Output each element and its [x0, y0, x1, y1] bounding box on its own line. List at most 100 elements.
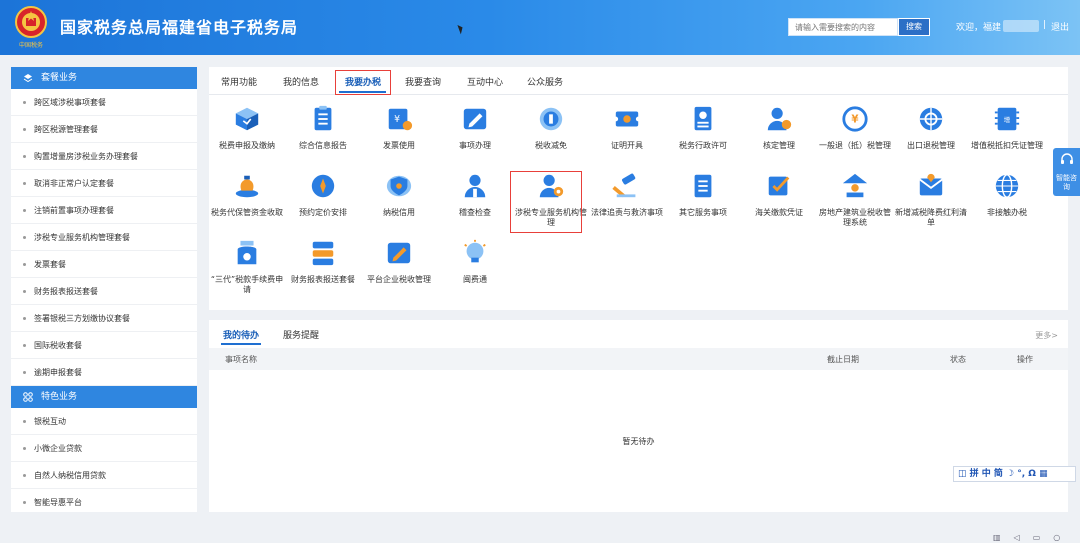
function-label: 财务报表报送套餐	[291, 275, 355, 284]
bullet-icon	[23, 236, 26, 239]
function-item[interactable]: ¥ 一般退（抵）税管理	[817, 105, 893, 151]
function-item[interactable]: 新增减税降费红利清单	[893, 172, 969, 228]
logout-link[interactable]: 退出	[1051, 20, 1069, 33]
trash-icon[interactable]: ▥	[993, 533, 1001, 542]
sidebar-item-label: 财务报表报送套餐	[34, 287, 98, 296]
bullet-icon	[23, 371, 26, 374]
sidebar: 套餐业务 跨区域涉税事项套餐 跨区税源管理套餐 购置增量房涉税业务办理套餐 取消…	[11, 67, 197, 512]
function-item[interactable]: 证明开具	[589, 105, 665, 151]
function-item[interactable]: 税务行政许可	[665, 105, 741, 151]
function-label: 事项办理	[459, 141, 491, 150]
sidebar-section-header[interactable]: 套餐业务	[11, 67, 197, 89]
function-item[interactable]: 税费申报及缴纳	[209, 105, 285, 151]
ime-toolbar[interactable]: ◫ 拼 中 简 ☽ °, Ω ▦	[953, 466, 1076, 482]
function-item[interactable]: 非接触办税	[969, 172, 1045, 218]
tab-my-info[interactable]: 我的信息	[283, 75, 319, 88]
sidebar-item[interactable]: 注销前置事项办理套餐	[11, 197, 197, 224]
function-item[interactable]: 财务报表报送套餐	[285, 239, 361, 285]
bullet-icon	[23, 209, 26, 212]
active-tab-indicator	[221, 343, 261, 345]
sidebar-item[interactable]: 购置增量房涉税业务办理套餐	[11, 143, 197, 170]
sidebar-item[interactable]: 财务报表报送套餐	[11, 278, 197, 305]
function-item[interactable]: 税务代保管资金收取	[209, 172, 285, 218]
function-item[interactable]: 增 增值税抵扣凭证管理	[969, 105, 1045, 151]
function-label: “三代”税款手续费申请	[210, 275, 284, 294]
tab-common[interactable]: 常用功能	[221, 75, 257, 88]
bullet-icon	[23, 290, 26, 293]
function-label: 一般退（抵）税管理	[819, 141, 891, 150]
sidebar-item[interactable]: 跨区域涉税事项套餐	[11, 89, 197, 116]
box-icon	[235, 107, 259, 131]
tab-my-todo[interactable]: 我的待办	[223, 328, 259, 341]
function-label: 房地产建筑业税收管理系统	[819, 208, 891, 227]
checkbox-icon	[768, 176, 790, 196]
function-item[interactable]: 预约定价安排	[285, 172, 361, 218]
sidebar-item[interactable]: 签署银税三方划缴协议套餐	[11, 305, 197, 332]
search-input[interactable]	[788, 18, 898, 36]
search-icon[interactable]: ○	[1053, 533, 1060, 542]
function-item[interactable]: 房地产建筑业税收管理系统	[817, 172, 893, 228]
function-item[interactable]: 闽费通	[437, 239, 513, 285]
function-label: 核定管理	[763, 141, 795, 150]
sidebar-item[interactable]: 国际税收套餐	[11, 332, 197, 359]
function-label: 证明开具	[611, 141, 643, 150]
mail-icon	[919, 173, 943, 196]
network-globe-icon	[995, 174, 1019, 198]
function-item[interactable]: 其它服务事项	[665, 172, 741, 218]
column-header: 操作	[1017, 355, 1033, 364]
function-item[interactable]: 税收减免	[513, 105, 589, 151]
tab-query[interactable]: 我要查询	[405, 75, 441, 88]
tab-interaction[interactable]: 互动中心	[467, 75, 503, 88]
ticket-icon: 增	[994, 107, 1020, 131]
sidebar-item[interactable]: 自然人纳税信用贷款	[11, 462, 197, 489]
tab-public-service[interactable]: 公众服务	[527, 75, 563, 88]
sidebar-item[interactable]: 银税互动	[11, 408, 197, 435]
function-panel: 常用功能 我的信息 我要办税 我要查询 互动中心 公众服务 税费申报及缴纳 综合…	[209, 67, 1068, 310]
function-item[interactable]: 出口退税管理	[893, 105, 969, 151]
function-item[interactable]: 稽查检查	[437, 172, 513, 218]
function-item[interactable]: 海关缴款凭证	[741, 172, 817, 218]
sidebar-item[interactable]: 智能导惠平台	[11, 489, 197, 512]
sidebar-item[interactable]: 跨区税源管理套餐	[11, 116, 197, 143]
money-bag-icon	[235, 175, 259, 198]
function-label: 新增减税降费红利清单	[895, 208, 967, 227]
sidebar-item[interactable]: 取消非正常户认定套餐	[11, 170, 197, 197]
main-tabs: 常用功能 我的信息 我要办税 我要查询 互动中心 公众服务	[209, 67, 1068, 95]
sidebar-item[interactable]: 小微企业贷款	[11, 435, 197, 462]
ime-logo-icon: ◫	[958, 469, 970, 479]
function-item[interactable]: 综合信息报告	[285, 105, 361, 151]
function-label: 综合信息报告	[299, 141, 347, 150]
sidebar-item[interactable]: 发票套餐	[11, 251, 197, 278]
function-item[interactable]: 平台企业税收管理	[361, 239, 437, 285]
sidebar-item-label: 银税互动	[34, 417, 66, 426]
function-item[interactable]: “三代”税款手续费申请	[209, 239, 285, 295]
headset-icon	[1061, 153, 1073, 164]
function-item[interactable]: 事项办理	[437, 105, 513, 151]
id-card-icon	[694, 106, 712, 131]
function-item[interactable]: 核定管理	[741, 105, 817, 151]
list-icon	[694, 174, 712, 198]
server-icon	[312, 241, 334, 266]
window-icon[interactable]: ▭	[1033, 533, 1041, 542]
tax-emblem-icon: 中国税务	[15, 6, 47, 49]
pen-icon	[463, 108, 487, 130]
function-item[interactable]: 法律追责与救济事项	[589, 172, 665, 218]
function-item[interactable]: 纳税信用	[361, 172, 437, 218]
smart-consult-button[interactable]: 智能咨询	[1053, 148, 1080, 196]
todo-table-header: 事项名称 截止日期 状态 操作	[209, 348, 1068, 370]
sidebar-item[interactable]: 涉税专业服务机构管理套餐	[11, 224, 197, 251]
tab-service-reminder[interactable]: 服务提醒	[283, 328, 319, 341]
speaker-icon[interactable]: ◁	[1014, 533, 1020, 542]
more-link[interactable]: 更多>	[1035, 330, 1058, 341]
document-icon	[314, 105, 332, 131]
search-button[interactable]: 搜索	[898, 18, 930, 36]
ime-toolbar-label: 拼 中 简 ☽ °, Ω	[969, 469, 1036, 479]
function-item[interactable]: ¥ 发票使用	[361, 105, 437, 151]
sidebar-item-label: 逾期申报套餐	[34, 368, 82, 377]
sidebar-section-header[interactable]: 特色业务	[11, 386, 197, 408]
function-label: 纳税信用	[383, 208, 415, 217]
sidebar-item-label: 注销前置事项办理套餐	[34, 206, 114, 215]
sidebar-item[interactable]: 逾期申报套餐	[11, 359, 197, 386]
function-label: 其它服务事项	[679, 208, 727, 217]
invoice-icon: ¥	[388, 108, 413, 131]
